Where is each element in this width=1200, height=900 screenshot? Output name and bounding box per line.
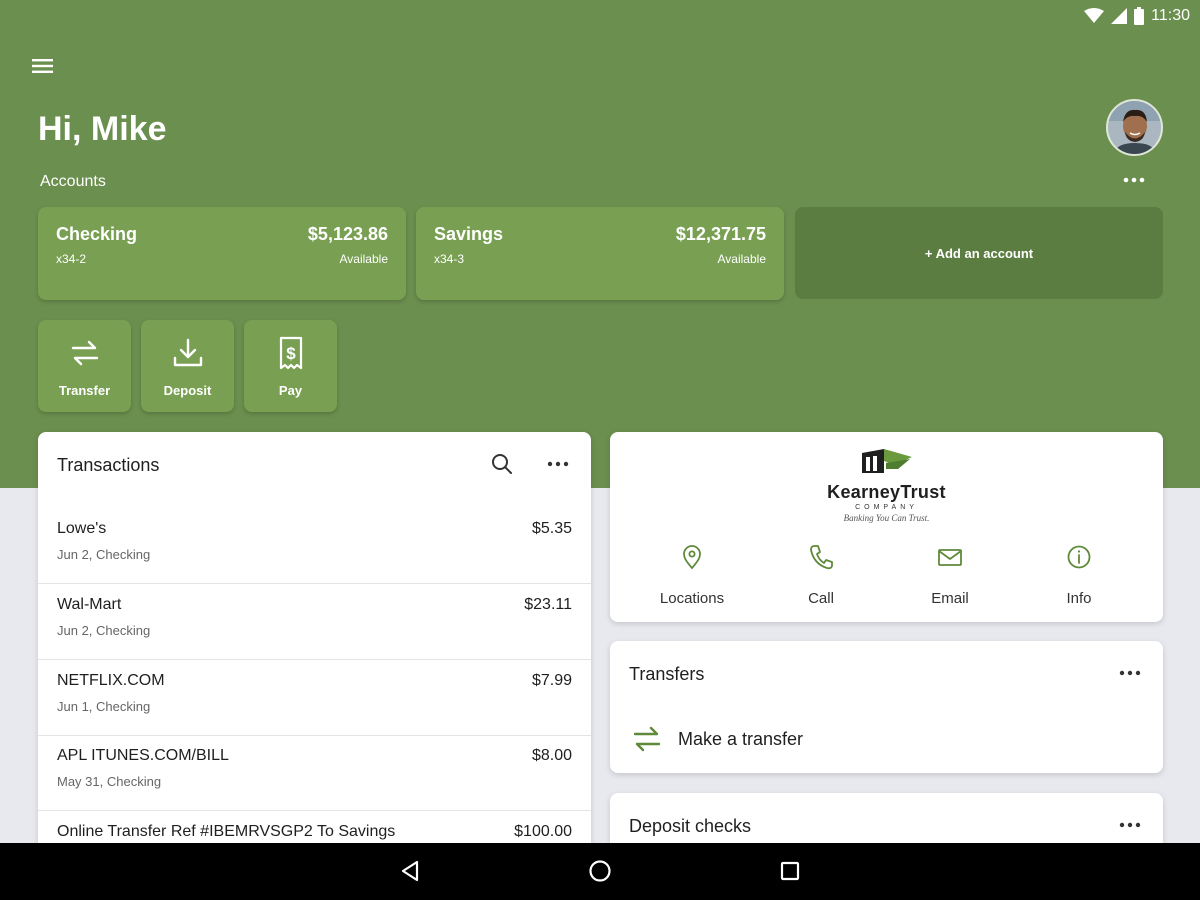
status-bar: 11:30 bbox=[1084, 4, 1190, 28]
transaction-detail: Jun 2, Checking bbox=[57, 623, 151, 638]
wifi-icon bbox=[1084, 8, 1105, 23]
nav-back-button[interactable] bbox=[396, 857, 424, 885]
account-card-savings[interactable]: Savings x34-3 $12,371.75 Available bbox=[416, 207, 784, 300]
transaction-row[interactable]: Wal-Mart Jun 2, Checking $23.11 bbox=[38, 584, 591, 660]
transaction-detail: Jun 1, Checking bbox=[57, 699, 151, 714]
transactions-more-button[interactable] bbox=[544, 450, 572, 478]
bank-tagline: Banking You Can Trust. bbox=[843, 513, 930, 523]
transactions-search-button[interactable] bbox=[488, 450, 516, 478]
transactions-card: Transactions Lowe's Jun 2, Checking $5.3… bbox=[38, 432, 591, 872]
transaction-merchant: Online Transfer Ref #IBEMRVSGP2 To Savin… bbox=[57, 823, 396, 840]
add-account-button[interactable]: + Add an account bbox=[795, 207, 1163, 299]
transaction-merchant: APL ITUNES.COM/BILL bbox=[57, 747, 229, 764]
transaction-row[interactable]: NETFLIX.COM Jun 1, Checking $7.99 bbox=[38, 660, 591, 736]
transaction-amount: $23.11 bbox=[524, 596, 572, 613]
deposit-checks-title: Deposit checks bbox=[629, 816, 752, 836]
pay-bill-icon: $ bbox=[279, 336, 302, 370]
action-label: Pay bbox=[278, 383, 303, 398]
deposit-action-button[interactable]: Deposit bbox=[141, 320, 234, 412]
pay-action-button[interactable]: $ Pay bbox=[244, 320, 337, 412]
action-label: Deposit bbox=[163, 383, 212, 398]
greeting-title: Hi, Mike bbox=[38, 110, 167, 148]
transactions-title: Transactions bbox=[57, 455, 160, 475]
recents-square-icon bbox=[780, 861, 800, 881]
transaction-amount: $100.00 bbox=[514, 823, 572, 840]
accounts-section-label: Accounts bbox=[40, 173, 106, 190]
transaction-merchant: Lowe's bbox=[57, 520, 107, 537]
location-pin-icon bbox=[683, 545, 701, 570]
hamburger-menu-icon bbox=[32, 59, 53, 73]
search-icon bbox=[492, 454, 512, 474]
accounts-more-button[interactable] bbox=[1118, 168, 1152, 192]
contact-label: Call bbox=[808, 590, 834, 607]
profile-avatar[interactable] bbox=[1106, 99, 1163, 156]
transfers-more-button[interactable] bbox=[1116, 659, 1144, 687]
deposit-checks-more-button[interactable] bbox=[1116, 811, 1144, 839]
nav-recents-button[interactable] bbox=[776, 857, 804, 885]
email-icon bbox=[938, 549, 962, 566]
transaction-merchant: NETFLIX.COM bbox=[57, 672, 165, 689]
battery-icon bbox=[1134, 7, 1145, 25]
bank-name: KearneyTrust bbox=[827, 482, 946, 502]
transaction-merchant: Wal-Mart bbox=[57, 596, 122, 613]
bank-building-icon bbox=[861, 449, 912, 473]
make-transfer-label: Make a transfer bbox=[678, 728, 804, 749]
contact-info[interactable]: Info bbox=[1019, 544, 1139, 607]
svg-text:$: $ bbox=[286, 344, 296, 363]
account-number: x34-2 bbox=[56, 252, 87, 266]
account-name: Savings bbox=[434, 224, 504, 244]
phone-icon bbox=[810, 545, 833, 570]
bank-logo: KearneyTrust COMPANY Banking You Can Tru… bbox=[610, 447, 1163, 523]
home-circle-icon bbox=[589, 860, 611, 882]
bank-company: COMPANY bbox=[855, 504, 918, 511]
account-card-checking[interactable]: Checking x34-2 $5,123.86 Available bbox=[38, 207, 406, 300]
signal-icon bbox=[1111, 8, 1128, 24]
account-number: x34-3 bbox=[434, 252, 465, 266]
transaction-row[interactable]: Lowe's Jun 2, Checking $5.35 bbox=[38, 508, 591, 584]
contact-locations[interactable]: Locations bbox=[632, 544, 752, 607]
transfer-icon bbox=[633, 726, 661, 752]
contact-label: Email bbox=[931, 590, 969, 607]
account-balance: $12,371.75 bbox=[675, 224, 766, 244]
menu-button[interactable] bbox=[30, 55, 56, 77]
transaction-amount: $8.00 bbox=[531, 747, 572, 764]
deposit-icon bbox=[173, 338, 202, 367]
info-icon bbox=[1067, 545, 1091, 569]
transfers-title: Transfers bbox=[629, 664, 705, 684]
more-horizontal-icon bbox=[1119, 670, 1141, 676]
back-triangle-icon bbox=[401, 860, 419, 882]
bank-info-card: KearneyTrust COMPANY Banking You Can Tru… bbox=[610, 432, 1163, 622]
more-horizontal-icon bbox=[547, 461, 569, 467]
account-name: Checking bbox=[56, 224, 138, 244]
contact-label: Locations bbox=[659, 590, 725, 607]
transaction-detail: May 31, Checking bbox=[57, 774, 162, 789]
contact-label: Info bbox=[1066, 590, 1092, 607]
status-time: 11:30 bbox=[1151, 7, 1190, 24]
transaction-amount: $5.35 bbox=[531, 520, 572, 537]
make-transfer-button[interactable]: Make a transfer bbox=[630, 721, 803, 757]
account-balance: $5,123.86 bbox=[307, 224, 388, 244]
balance-label: Available bbox=[717, 252, 766, 266]
contact-call[interactable]: Call bbox=[761, 544, 881, 607]
system-navigation-bar bbox=[0, 843, 1200, 900]
contact-email[interactable]: Email bbox=[890, 544, 1010, 607]
action-label: Transfer bbox=[58, 383, 111, 398]
transfer-action-button[interactable]: Transfer bbox=[38, 320, 131, 412]
more-horizontal-icon bbox=[1123, 177, 1145, 183]
user-photo bbox=[1108, 101, 1161, 154]
transfer-icon bbox=[71, 340, 98, 366]
transaction-row[interactable]: APL ITUNES.COM/BILL May 31, Checking $8.… bbox=[38, 735, 591, 811]
transaction-amount: $7.99 bbox=[531, 672, 572, 689]
more-horizontal-icon bbox=[1119, 822, 1141, 828]
nav-home-button[interactable] bbox=[586, 857, 614, 885]
transaction-detail: Jun 2, Checking bbox=[57, 547, 151, 562]
transfers-card: Transfers Make a transfer bbox=[610, 641, 1163, 773]
balance-label: Available bbox=[339, 252, 388, 266]
